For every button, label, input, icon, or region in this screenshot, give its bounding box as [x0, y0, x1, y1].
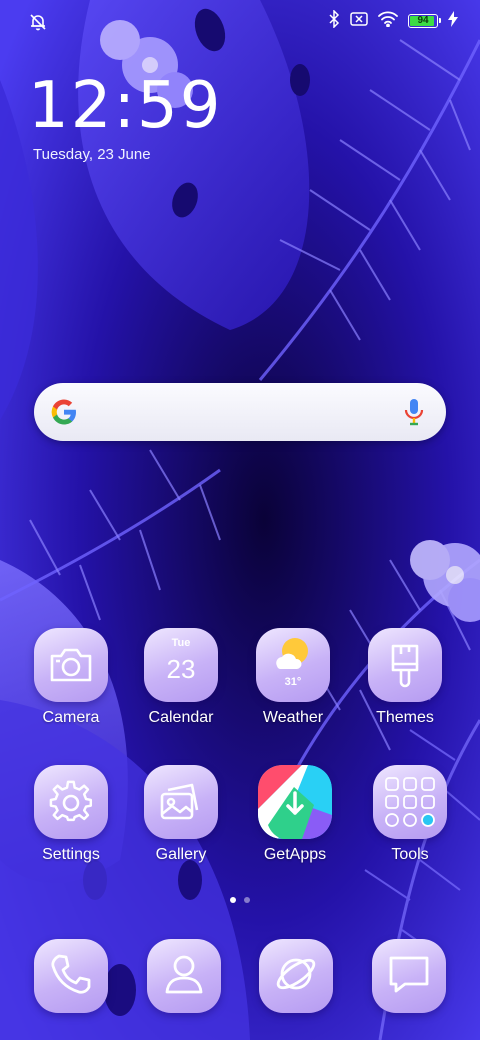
messages-icon: [387, 952, 431, 1001]
app-label: Weather: [262, 709, 324, 726]
clock-date[interactable]: Tuesday, 23 June: [33, 146, 151, 163]
bluetooth-icon: [328, 8, 340, 33]
app-settings[interactable]: Settings: [16, 765, 126, 864]
battery-icon: 94: [408, 14, 441, 28]
app-label: Themes: [376, 709, 434, 726]
app-themes[interactable]: Themes: [350, 628, 460, 727]
charging-icon: [448, 10, 458, 32]
gear-icon: [34, 765, 108, 839]
tools-folder-icon: [373, 765, 447, 839]
dock-browser-button[interactable]: [259, 939, 333, 1013]
app-label: Camera: [42, 709, 100, 726]
alarm-off-icon: [28, 12, 48, 32]
dock-phone-button[interactable]: [34, 939, 108, 1013]
app-weather[interactable]: 31° Weather: [238, 628, 348, 727]
gallery-icon: [144, 765, 218, 839]
google-logo-icon: [50, 398, 78, 426]
calendar-date: 23: [166, 654, 196, 684]
clock-time[interactable]: 12:59: [28, 70, 222, 142]
status-bar: 94: [0, 0, 480, 44]
battery-level: 94: [417, 15, 429, 26]
app-camera[interactable]: Camera: [16, 628, 126, 727]
app-tools-folder[interactable]: Tools: [355, 765, 465, 864]
contacts-icon: [162, 952, 206, 1001]
sim-none-icon: [350, 11, 368, 32]
app-getapps[interactable]: GetApps: [240, 765, 350, 864]
dock-messages-button[interactable]: [372, 939, 446, 1013]
dock-contacts-button[interactable]: [147, 939, 221, 1013]
app-label: Tools: [391, 846, 429, 863]
page-dot: [244, 897, 250, 903]
app-label: Calendar: [148, 709, 214, 726]
wifi-icon: [378, 11, 398, 32]
phone-icon: [49, 952, 93, 1001]
app-calendar[interactable]: Tue 23 Calendar: [126, 628, 236, 727]
app-label: Gallery: [155, 846, 207, 863]
app-gallery[interactable]: Gallery: [126, 765, 236, 864]
browser-icon: [273, 951, 319, 1002]
microphone-icon[interactable]: [404, 397, 424, 427]
getapps-icon: [258, 765, 332, 839]
paintbrush-icon: [368, 628, 442, 702]
page-dot-active: [230, 897, 236, 903]
calendar-icon: Tue 23: [144, 628, 218, 702]
camera-icon: [34, 628, 108, 702]
calendar-day: Tue: [171, 637, 191, 649]
app-label: Settings: [42, 846, 100, 863]
app-label: GetApps: [263, 846, 327, 863]
weather-icon: 31°: [256, 628, 330, 702]
page-indicator: [0, 897, 480, 903]
weather-temperature: 31°: [284, 676, 302, 688]
google-search-bar[interactable]: [34, 383, 446, 441]
